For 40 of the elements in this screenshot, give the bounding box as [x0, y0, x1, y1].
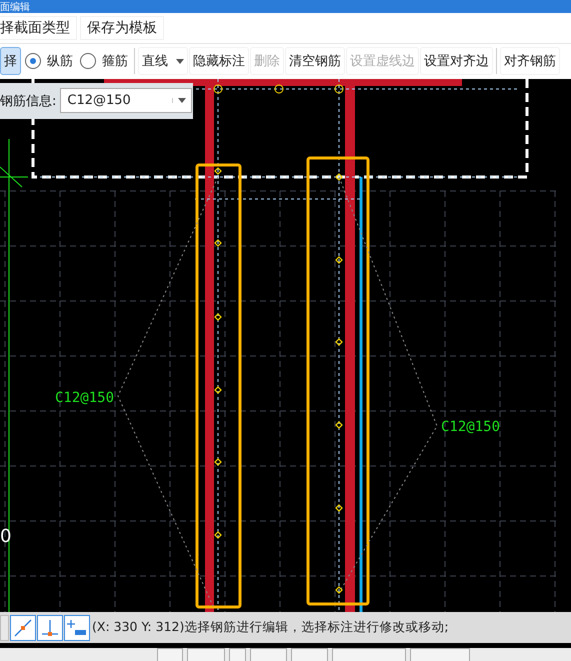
rebar-info-label: 钢筋信息:	[0, 92, 56, 110]
axis-cross-icon	[0, 138, 28, 612]
rebar-point-icon[interactable]	[335, 586, 343, 594]
rebar-point-icon[interactable]	[335, 504, 343, 512]
caret-icon	[178, 98, 186, 104]
rebar-point-icon[interactable]	[335, 421, 343, 429]
rebar-annotation[interactable]: C12@150	[441, 418, 500, 435]
rebar-annotation[interactable]: C12@150	[55, 390, 114, 406]
rebar-info-dropdown[interactable]: C12@150	[60, 88, 192, 114]
toolbar-button[interactable]: 隐藏标注	[189, 47, 249, 76]
toolbar-button[interactable]: 择	[0, 47, 21, 76]
tool-button[interactable]	[37, 614, 63, 641]
rebar-point-icon[interactable]	[214, 531, 222, 539]
radio-option[interactable]: 箍筋	[77, 47, 131, 76]
perpendicular-icon	[40, 618, 60, 638]
add-bar-icon	[67, 618, 87, 638]
rebar-point-icon[interactable]	[214, 386, 222, 394]
tool-button[interactable]	[64, 614, 90, 641]
rebar-point-icon[interactable]	[274, 84, 284, 94]
window-title: 面编辑	[0, 2, 30, 13]
rebar-point-icon[interactable]	[335, 173, 343, 181]
status-message: (X: 330 Y: 312)选择钢筋进行编辑，选择标注进行修改或移动;	[92, 619, 449, 636]
rebar-point-icon[interactable]	[214, 458, 222, 466]
radio-option[interactable]: 纵筋	[22, 47, 76, 76]
line-snap-icon	[13, 618, 33, 638]
tool-button[interactable]	[10, 614, 36, 641]
rebar-point-icon[interactable]	[335, 256, 343, 264]
rebar-point-icon[interactable]	[214, 84, 222, 94]
rebar-point-icon[interactable]	[334, 84, 344, 94]
rebar-point-icon[interactable]	[214, 239, 222, 247]
menu-button[interactable]: 择截面类型	[0, 16, 77, 40]
toolbar-button[interactable]: 清空钢筋	[285, 47, 345, 76]
rebar-point-icon[interactable]	[214, 313, 222, 321]
menu-button[interactable]: 保存为模板	[80, 16, 164, 40]
caret-icon	[176, 58, 184, 64]
rebar-point-icon[interactable]	[214, 167, 222, 175]
toolbar-button[interactable]: 对齐钢筋	[500, 47, 560, 76]
toolbar-button[interactable]: 设置对齐边	[420, 47, 493, 76]
line-type-dropdown[interactable]: 直线	[138, 47, 188, 76]
rebar-point-icon[interactable]	[335, 338, 343, 346]
